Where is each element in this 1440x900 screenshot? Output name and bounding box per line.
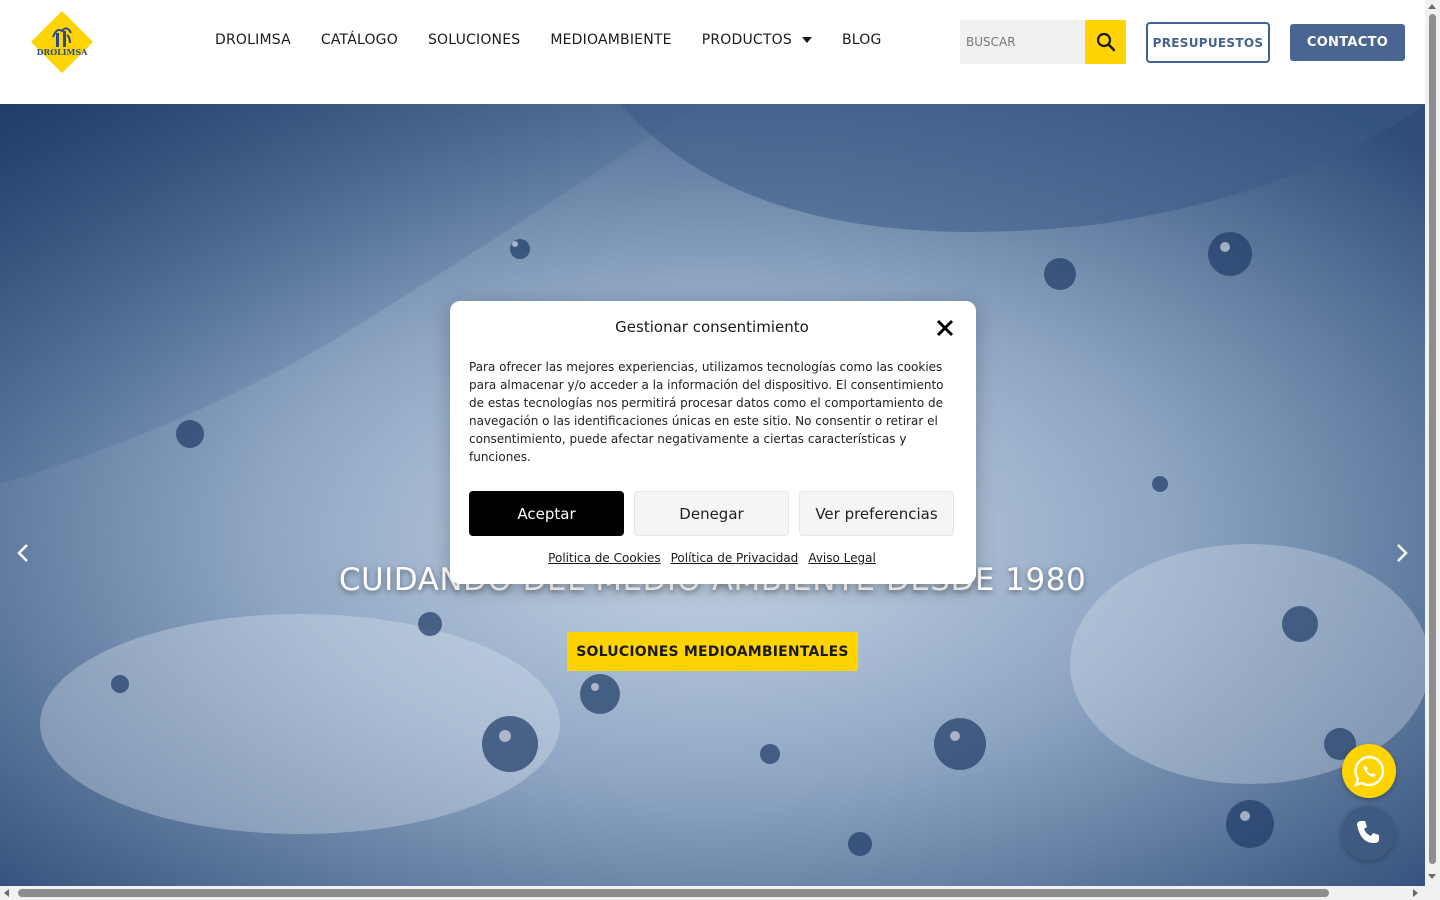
- whatsapp-button[interactable]: [1342, 744, 1396, 798]
- nav-item-medioambiente[interactable]: MEDIOAMBIENTE: [550, 32, 671, 48]
- consent-links: Politica de Cookies Política de Privacid…: [450, 551, 974, 565]
- accept-button[interactable]: Aceptar: [469, 491, 624, 536]
- nav-item-productos[interactable]: PRODUCTOS: [702, 32, 812, 48]
- phone-button[interactable]: [1341, 806, 1395, 860]
- preferences-button[interactable]: Ver preferencias: [799, 491, 954, 536]
- close-icon: [936, 319, 954, 337]
- vertical-scroll-thumb[interactable]: [1429, 14, 1436, 864]
- horizontal-scrollbar[interactable]: [0, 886, 1440, 900]
- hero-cta-button[interactable]: SOLUCIONES MEDIOAMBIENTALES: [567, 632, 858, 671]
- legal-notice-link[interactable]: Aviso Legal: [808, 551, 876, 565]
- cookie-policy-link[interactable]: Politica de Cookies: [548, 551, 660, 565]
- phone-icon: [1357, 821, 1379, 844]
- nav-item-blog[interactable]: BLOG: [842, 32, 882, 48]
- privacy-policy-link[interactable]: Política de Privacidad: [671, 551, 799, 565]
- scroll-left-icon[interactable]: [4, 889, 9, 897]
- caret-down-icon: [801, 37, 812, 43]
- site-header: DROLIMSA DROLIMSA CATÁLOGO SOLUCIONES ME…: [0, 0, 1425, 104]
- deny-button[interactable]: Denegar: [634, 491, 789, 536]
- chevron-left-icon: [17, 544, 28, 562]
- drolimsa-logo[interactable]: DROLIMSA: [29, 9, 95, 75]
- scroll-up-icon[interactable]: [1428, 4, 1436, 9]
- search-input[interactable]: [960, 20, 1085, 64]
- contacto-button[interactable]: CONTACTO: [1290, 24, 1405, 61]
- main-nav: DROLIMSA CATÁLOGO SOLUCIONES MEDIOAMBIEN…: [215, 32, 912, 48]
- presupuestos-button[interactable]: PRESUPUESTOS: [1146, 22, 1270, 63]
- whatsapp-icon: [1354, 755, 1385, 787]
- scroll-right-icon[interactable]: [1413, 889, 1418, 897]
- svg-text:DROLIMSA: DROLIMSA: [37, 47, 89, 57]
- consent-body: Para ofrecer las mejores experiencias, u…: [469, 360, 944, 464]
- consent-actions: Aceptar Denegar Ver preferencias: [469, 491, 954, 536]
- search-bar: [960, 20, 1126, 64]
- scroll-down-icon[interactable]: [1428, 874, 1436, 879]
- chevron-right-icon: [1397, 544, 1408, 562]
- nav-item-drolimsa[interactable]: DROLIMSA: [215, 32, 291, 48]
- search-icon: [1096, 32, 1115, 52]
- consent-dialog: Gestionar consentimiento Para ofrecer la…: [450, 301, 976, 584]
- vertical-scrollbar[interactable]: [1425, 0, 1440, 886]
- search-button[interactable]: [1085, 20, 1126, 64]
- horizontal-scroll-thumb[interactable]: [18, 889, 1329, 897]
- nav-item-soluciones[interactable]: SOLUCIONES: [428, 32, 520, 48]
- consent-title: Gestionar consentimiento: [615, 318, 809, 336]
- close-button[interactable]: [935, 318, 955, 338]
- nav-item-catalogo[interactable]: CATÁLOGO: [321, 32, 398, 48]
